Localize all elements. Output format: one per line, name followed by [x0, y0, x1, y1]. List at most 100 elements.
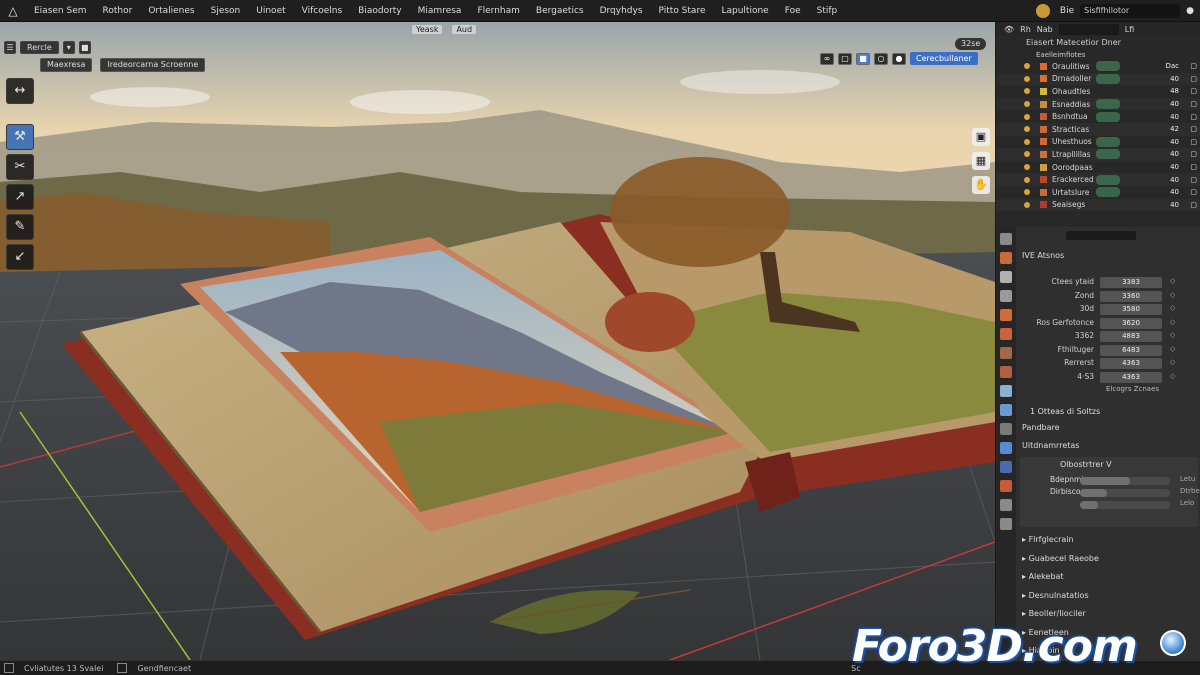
properties-tab-icon[interactable]	[1000, 404, 1012, 416]
menu-item[interactable]: Eiasen Sem	[26, 6, 95, 16]
property-value-field[interactable]: 3383	[1100, 277, 1162, 288]
mode-selector[interactable]: Rercle	[20, 40, 59, 54]
active-tool-icon[interactable]: ⚒	[6, 124, 34, 150]
menu-item[interactable]: Miamresa	[410, 6, 470, 16]
menu-item[interactable]: Ortalienes	[140, 6, 202, 16]
scene-label[interactable]: Iredeorcarna Scroenne	[100, 58, 206, 72]
shading-solid-icon[interactable]: ■	[856, 52, 870, 65]
outliner-row[interactable]: Erackerced 40 ▢	[996, 173, 1200, 186]
menu-item[interactable]: Flernham	[469, 6, 527, 16]
property-value-field[interactable]: 6483	[1100, 344, 1162, 356]
visibility-icon[interactable]: ▢	[1190, 188, 1197, 196]
properties-tab-icon[interactable]	[1000, 309, 1012, 321]
outliner-row[interactable]: Bsnhdtua 40 ▢	[996, 110, 1200, 123]
property-value-field[interactable]: 3580	[1100, 304, 1162, 315]
slider[interactable]	[1080, 477, 1170, 485]
menu-item[interactable]: Stifp	[809, 6, 846, 16]
camera-view-icon[interactable]: ▣	[972, 128, 990, 146]
header-item-3[interactable]: Lfi	[1125, 25, 1135, 34]
outliner-row[interactable]: Oraulitiws Dac ▢	[996, 60, 1200, 73]
properties-tab-icon[interactable]	[1000, 499, 1012, 511]
keyframe-icon[interactable]: ◇	[1170, 358, 1175, 366]
outliner-row[interactable]: Ltrapllillas 40 ▢	[996, 148, 1200, 161]
properties-tab-icon[interactable]	[1000, 290, 1012, 302]
outliner-row[interactable]: Drnadoller 40 ▢	[996, 72, 1200, 86]
visibility-icon[interactable]: ▢	[1190, 62, 1197, 70]
render-icon[interactable]: ●	[1180, 6, 1200, 16]
keyframe-icon[interactable]: ◇	[1170, 331, 1175, 339]
menu-item[interactable]: Pitto Stare	[651, 6, 714, 16]
properties-tab-icon[interactable]	[1000, 461, 1012, 473]
3d-viewport[interactable]: ☰ Rercle ▾ ■ Maexresa Iredeorcarna Scroe…	[0, 22, 995, 660]
properties-tab-icon[interactable]	[1000, 252, 1012, 264]
menu-item[interactable]: Rothor	[95, 6, 141, 16]
property-value-field[interactable]: 4363	[1100, 371, 1162, 383]
shading-options-button[interactable]: Cerecbullaner	[910, 52, 978, 65]
keyframe-icon[interactable]: ◇	[1170, 291, 1175, 299]
outliner-row[interactable]: Oorodpaas 40 ▢	[996, 161, 1200, 174]
hand-pan-icon[interactable]: ✋	[972, 176, 990, 194]
section-c[interactable]: Uitdnamrretas	[1022, 441, 1079, 450]
slider[interactable]	[1080, 501, 1170, 509]
menu-item[interactable]: Bergaetics	[528, 6, 592, 16]
property-value-field[interactable]: 4883	[1100, 331, 1162, 342]
menu-item[interactable]: Uinoet	[248, 6, 293, 16]
visibility-icon[interactable]: ▢	[1190, 100, 1197, 108]
properties-tab-icon[interactable]	[1000, 271, 1012, 283]
top-center-label-1[interactable]: Yeask	[412, 24, 443, 34]
properties-tab-icon[interactable]	[1000, 385, 1012, 397]
collapsible-section[interactable]: ▸ Guabecel Raeobe	[1022, 554, 1099, 563]
menu-item[interactable]: Sjeson	[203, 6, 249, 16]
collapsible-section[interactable]: ▸ Beoller/Iiociler	[1022, 609, 1086, 618]
shading-render-icon[interactable]: ●	[892, 52, 906, 65]
view-icon[interactable]: ▾	[62, 40, 75, 54]
visibility-icon[interactable]: ▢	[1190, 201, 1197, 209]
menu-item[interactable]: Vifcoelns	[294, 6, 351, 16]
menu-item[interactable]: Foe	[777, 6, 809, 16]
shading-material-icon[interactable]: ○	[874, 52, 888, 65]
outliner-row[interactable]: Stracticas 42 ▢	[996, 122, 1200, 136]
outliner-row[interactable]: Esnaddias 40 ▢	[996, 97, 1200, 111]
outliner-row[interactable]: Ohaudtles 48 ▢	[996, 85, 1200, 98]
workspace-icon[interactable]	[1035, 4, 1050, 18]
cut-tool-icon[interactable]: ✂	[6, 154, 34, 180]
collapsible-section[interactable]: ▸ Flrfglecrain	[1022, 535, 1074, 544]
keyframe-icon[interactable]: ◇	[1170, 345, 1175, 353]
menu-item[interactable]: Lapultione	[713, 6, 776, 16]
properties-search[interactable]	[1066, 231, 1136, 240]
keyframe-icon[interactable]: ◇	[1170, 372, 1175, 380]
properties-tab-icon[interactable]	[1000, 366, 1012, 378]
properties-tab-icon[interactable]	[1000, 347, 1012, 359]
sub-panel-title[interactable]: Olbostrtrer V	[1020, 457, 1198, 469]
keyframe-icon[interactable]: ◇	[1170, 318, 1175, 326]
menu-item[interactable]: Biaodorty	[350, 6, 409, 16]
slider[interactable]	[1080, 489, 1170, 497]
properties-tab-icon[interactable]	[1000, 480, 1012, 492]
outliner-row[interactable]: Seaisegs 40 ▢	[996, 198, 1200, 212]
properties-tab-icon[interactable]	[1000, 233, 1012, 245]
editor-type-icon[interactable]: ☰	[4, 40, 16, 54]
visibility-icon[interactable]: ▢	[1190, 125, 1197, 133]
header-item-2[interactable]: Nab	[1037, 25, 1053, 34]
move-tool-icon[interactable]: ↔	[6, 78, 34, 104]
properties-tab-icon[interactable]	[1000, 423, 1012, 435]
visibility-icon[interactable]: ▢	[1190, 176, 1197, 184]
menu-item[interactable]: Drqyhdys	[592, 6, 651, 16]
outliner-row[interactable]: Uhesthuos 40 ▢	[996, 136, 1200, 149]
visibility-icon[interactable]: ▢	[1190, 163, 1197, 171]
select-icon[interactable]: ■	[78, 40, 91, 54]
scene-search-box[interactable]: Sisfifhllotor	[1080, 4, 1181, 18]
keyframe-icon[interactable]: ◇	[1170, 277, 1175, 285]
section-a[interactable]: 1 Otteas di Soltzs	[1030, 407, 1100, 416]
transform-tool-icon[interactable]: ↗	[6, 184, 34, 210]
visibility-icon[interactable]: ▢	[1190, 150, 1197, 158]
visibility-icon[interactable]: ▢	[1190, 113, 1197, 121]
visibility-icon[interactable]: ▢	[1190, 87, 1197, 95]
perspective-toggle-icon[interactable]: ▦	[972, 152, 990, 170]
visibility-icon[interactable]: ▢	[1190, 75, 1197, 83]
app-logo-icon[interactable]: △	[4, 2, 22, 20]
gizmo-toggle-icon[interactable]: ▢	[838, 52, 852, 65]
overlay-toggle-icon[interactable]: ∞	[820, 52, 834, 65]
properties-tab-icon[interactable]	[1000, 328, 1012, 340]
property-value-field[interactable]: 3360	[1100, 290, 1162, 302]
